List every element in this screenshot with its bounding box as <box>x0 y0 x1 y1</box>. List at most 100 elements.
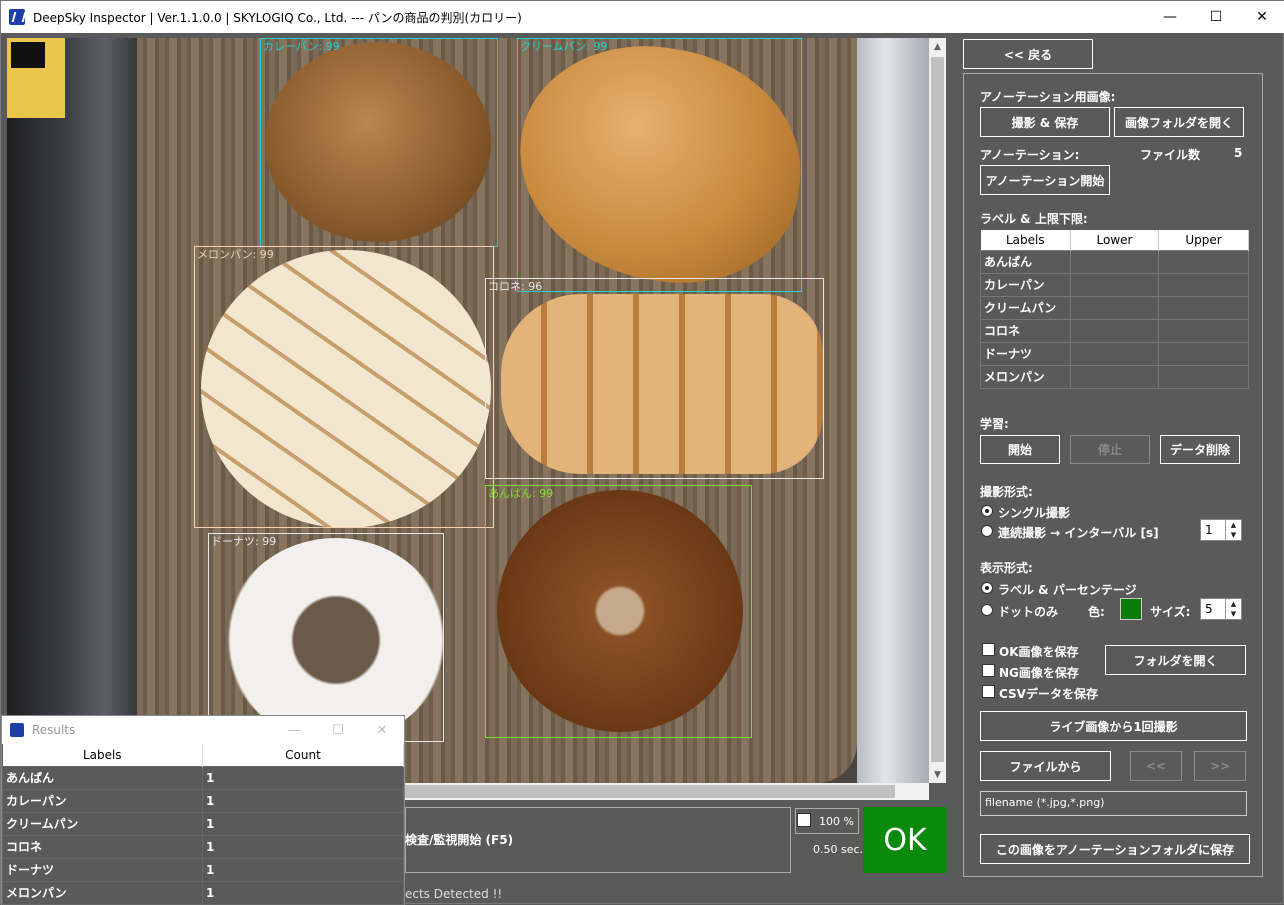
vertical-scrollbar[interactable]: ▲ ▼ <box>929 38 946 783</box>
upper-cell[interactable] <box>1158 364 1249 389</box>
column-header[interactable]: Lower <box>1070 230 1159 250</box>
color-picker[interactable] <box>1120 598 1142 620</box>
table-row[interactable]: カレーパン 1 <box>2 788 404 813</box>
column-header[interactable]: Labels <box>980 230 1071 250</box>
save-to-annotation-button[interactable]: この画像をアノーテーションフォルダに保存 <box>980 834 1250 864</box>
column-header[interactable]: Count <box>202 744 404 766</box>
from-file-button[interactable]: ファイルから <box>980 751 1111 781</box>
lower-cell[interactable] <box>1070 341 1159 366</box>
start-inspection-button[interactable]: 検査/監視開始 (F5) <box>405 831 513 848</box>
lower-cell[interactable] <box>1070 249 1159 274</box>
learn-start-button[interactable]: 開始 <box>980 435 1060 464</box>
row-count: 1 <box>202 834 404 859</box>
bbox-curry: カレーパン: 99 <box>260 38 498 247</box>
bbox-donut: ドーナツ: 99 <box>208 533 444 742</box>
label-limits-label: ラベル & 上限下限: <box>980 212 1088 226</box>
stepper-up-icon[interactable]: ▲ <box>1226 520 1241 530</box>
column-header[interactable]: Upper <box>1158 230 1249 250</box>
label-percent-label: ラベル & パーセンテージ <box>998 583 1137 597</box>
interval-value: 1 <box>1205 523 1213 537</box>
capture-save-button[interactable]: 撮影 & 保存 <box>980 107 1110 137</box>
stepper-down-icon[interactable]: ▼ <box>1226 530 1241 540</box>
row-count: 1 <box>202 880 404 905</box>
table-row[interactable]: クリームパン 1 <box>2 811 404 836</box>
table-row[interactable]: あんぱん 1 <box>2 765 404 790</box>
column-header[interactable]: Labels <box>2 744 203 766</box>
row-count: 1 <box>202 857 404 882</box>
elapsed-time: 0.50 sec. <box>813 843 864 856</box>
next-image-button[interactable]: >> <box>1194 751 1246 781</box>
table-row[interactable]: ドーナツ <box>980 341 1249 366</box>
save-csv-checkbox[interactable] <box>982 685 995 698</box>
row-label: クリームパン <box>2 811 203 836</box>
upper-cell[interactable] <box>1158 295 1249 320</box>
table-row[interactable]: カレーパン <box>980 272 1249 297</box>
table-row[interactable]: メロンパン 1 <box>2 880 404 905</box>
window-title: DeepSky Inspector | Ver.1.1.0.0 | SKYLOG… <box>33 10 522 25</box>
upper-cell[interactable] <box>1158 341 1249 366</box>
maximize-button[interactable]: ☐ <box>1193 1 1239 33</box>
minimize-button[interactable]: — <box>1147 1 1193 33</box>
color-label: 色: <box>1088 605 1105 619</box>
bbox-label: あんぱん: 99 <box>488 487 554 500</box>
dot-only-radio[interactable] <box>981 604 993 616</box>
label-cell: カレーパン <box>980 272 1071 297</box>
upper-cell[interactable] <box>1158 249 1249 274</box>
size-stepper[interactable]: 5 ▲ ▼ <box>1200 598 1242 620</box>
table-row[interactable]: コロネ 1 <box>2 834 404 859</box>
learn-stop-button[interactable]: 停止 <box>1070 435 1150 464</box>
row-count: 1 <box>202 788 404 813</box>
save-ng-checkbox[interactable] <box>982 664 995 677</box>
row-count: 1 <box>202 811 404 836</box>
row-label: ドーナツ <box>2 857 203 882</box>
bbox-label: ドーナツ: 99 <box>211 535 277 548</box>
results-window[interactable]: Results — ☐ ✕ Labels Count あんぱん 1 カレーパン 1 … <box>1 715 405 905</box>
prev-image-button[interactable]: << <box>1130 751 1182 781</box>
display-mode-label: 表示形式: <box>980 561 1033 575</box>
start-annotation-button[interactable]: アノーテーション開始 <box>980 165 1110 195</box>
table-row[interactable]: クリームパン <box>980 295 1249 320</box>
label-limits-table[interactable]: Labels Lower Upper あんぱん カレーパン クリームパン コロネ… <box>980 230 1249 389</box>
table-row[interactable]: コロネ <box>980 318 1249 343</box>
background-card <box>7 38 65 118</box>
close-icon[interactable]: ✕ <box>360 716 404 744</box>
save-ng-label: NG画像を保存 <box>999 666 1079 680</box>
save-ok-checkbox[interactable] <box>982 643 995 656</box>
minimize-icon[interactable]: — <box>272 716 316 744</box>
continuous-capture-radio[interactable] <box>981 525 993 537</box>
single-capture-radio[interactable] <box>981 505 993 517</box>
live-capture-button[interactable]: ライブ画像から1回撮影 <box>980 711 1247 741</box>
open-image-folder-button[interactable]: 画像フォルダを開く <box>1114 107 1244 137</box>
upper-cell[interactable] <box>1158 272 1249 297</box>
filename-input[interactable]: filename (*.jpg,*.png) <box>980 791 1247 816</box>
results-title-bar: Results — ☐ ✕ <box>2 716 404 744</box>
scroll-up-icon[interactable]: ▲ <box>929 38 946 55</box>
stepper-up-icon[interactable]: ▲ <box>1226 599 1241 609</box>
maximize-icon[interactable]: ☐ <box>316 716 360 744</box>
learning-label: 学習: <box>980 417 1009 431</box>
lower-cell[interactable] <box>1070 318 1159 343</box>
scroll-thumb[interactable] <box>931 57 944 762</box>
close-button[interactable]: ✕ <box>1239 1 1284 33</box>
save-csv-label: CSVデータを保存 <box>999 687 1098 701</box>
file-count-label: ファイル数 <box>1140 148 1201 162</box>
row-count: 1 <box>202 765 404 790</box>
table-row[interactable]: メロンパン <box>980 364 1249 389</box>
scroll-down-icon[interactable]: ▼ <box>929 766 946 783</box>
table-row[interactable]: あんぱん <box>980 249 1249 274</box>
delete-data-button[interactable]: データ削除 <box>1160 435 1240 464</box>
back-button[interactable]: << 戻る <box>963 39 1093 69</box>
stepper-down-icon[interactable]: ▼ <box>1226 609 1241 619</box>
open-folder-button[interactable]: フォルダを開く <box>1105 645 1246 675</box>
lower-cell[interactable] <box>1070 295 1159 320</box>
interval-stepper[interactable]: 1 ▲ ▼ <box>1200 519 1242 541</box>
camera-viewer[interactable]: カレーパン: 99 クリームパン: 99 メロンパン: 99 コロネ: 96 ド… <box>7 38 929 783</box>
label-percent-radio[interactable] <box>981 582 993 594</box>
lower-cell[interactable] <box>1070 272 1159 297</box>
label-cell: ドーナツ <box>980 341 1071 366</box>
table-row[interactable]: ドーナツ 1 <box>2 857 404 882</box>
lower-cell[interactable] <box>1070 364 1159 389</box>
row-label: メロンパン <box>2 880 203 905</box>
upper-cell[interactable] <box>1158 318 1249 343</box>
percent-checkbox[interactable] <box>797 813 811 827</box>
